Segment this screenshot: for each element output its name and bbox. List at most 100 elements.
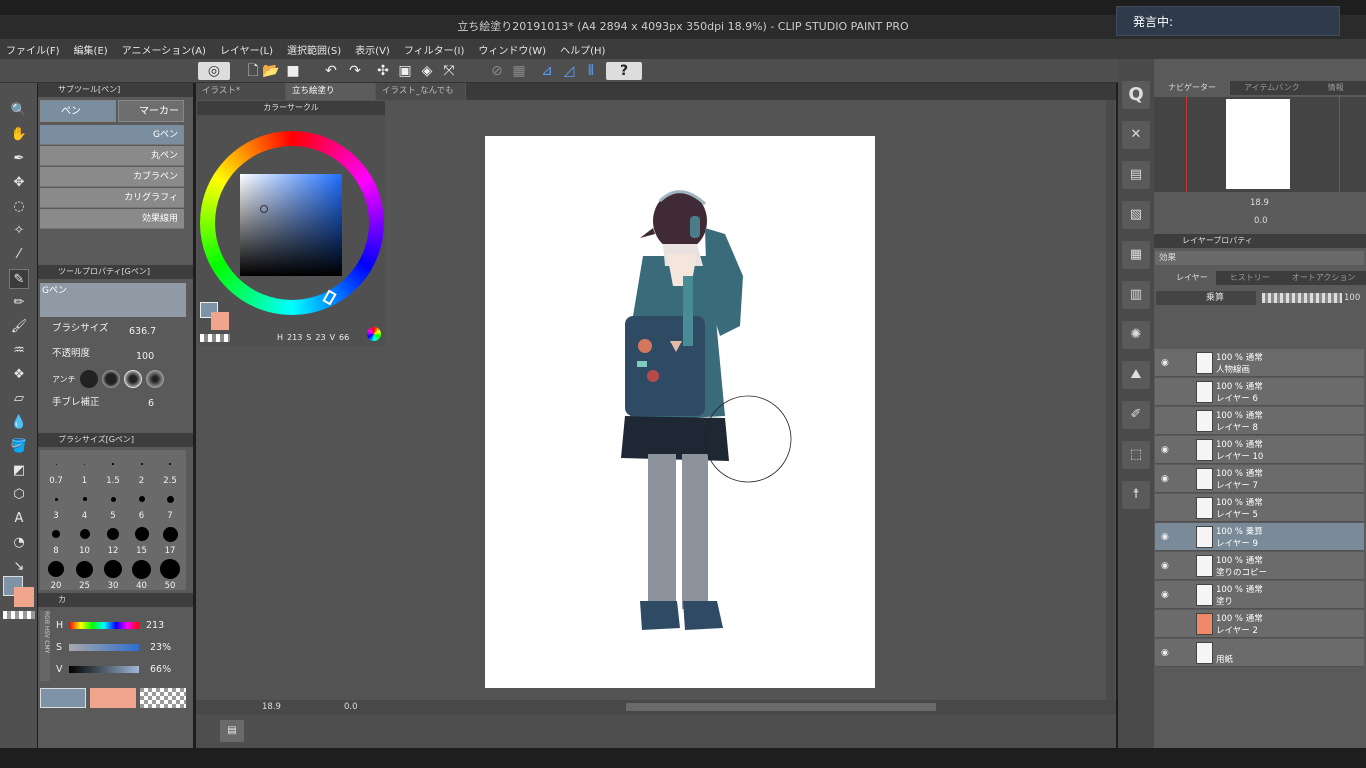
lasso-select-icon[interactable]: ◌ (9, 197, 29, 217)
tab-history[interactable]: ヒストリー (1216, 271, 1278, 285)
hue-value[interactable]: 213 (146, 620, 164, 631)
layer-name[interactable]: 塗りのコピー (1216, 566, 1267, 578)
tab-pen[interactable]: ペン (40, 100, 116, 122)
hand-icon[interactable]: ✋ (9, 125, 29, 145)
auto-select-icon[interactable]: ✧ (9, 221, 29, 241)
color-mode-hsv[interactable]: HSV (43, 626, 50, 638)
brush-size-preset-dot[interactable] (48, 561, 64, 577)
pen-tool-icon[interactable]: ✎ (9, 269, 29, 289)
brush-size-preset-dot[interactable] (112, 463, 114, 465)
transform-icon[interactable]: ⤧ (440, 62, 458, 80)
transparent-color-swatch[interactable] (3, 611, 35, 619)
menu-animation[interactable]: アニメーション(A) (122, 42, 206, 57)
layer-name[interactable]: 人物線画 (1216, 363, 1250, 375)
tab-navigator[interactable]: ナビゲーター (1154, 81, 1230, 95)
tab-marker[interactable]: マーカー (118, 100, 184, 122)
effect-line-icon[interactable]: ✺ (1122, 321, 1150, 349)
deselect-icon[interactable]: ⊘ (488, 62, 506, 80)
effect-row[interactable]: 効果 (1155, 251, 1364, 265)
stabilization-value[interactable]: 6 (148, 398, 154, 409)
brush-size-preset-dot[interactable] (140, 463, 143, 465)
brush-size-preset-dot[interactable] (132, 559, 151, 579)
angle-value[interactable]: 0.0 (344, 702, 358, 712)
canvas-paper[interactable] (485, 136, 875, 688)
menu-edit[interactable]: 編集(E) (74, 42, 108, 57)
brush-size-preset-dot[interactable] (162, 526, 178, 542)
redo-icon[interactable]: ↷ (346, 62, 364, 80)
tone-icon[interactable]: ▦ (1122, 241, 1150, 269)
3d-figure-icon[interactable]: ☨ (1122, 481, 1150, 509)
brush-kabura-pen[interactable]: カブラペン (40, 167, 184, 187)
value-slider[interactable] (69, 666, 139, 673)
brush-size-preset-dot[interactable] (52, 530, 60, 538)
layer-name[interactable]: レイヤー 7 (1216, 479, 1258, 491)
color-panel-sub-swatch[interactable] (211, 312, 229, 330)
value-value[interactable]: 66% (150, 664, 171, 675)
material-icon[interactable]: ✕ (1122, 121, 1150, 149)
brush-size-preset-dot[interactable] (54, 497, 58, 501)
layer-row[interactable]: ◉ 100 % 通常 塗りのコピー (1155, 552, 1364, 580)
layer-name[interactable]: レイヤー 5 (1216, 508, 1258, 520)
antialias-weak-icon[interactable] (102, 370, 120, 388)
color-wheel-icon[interactable] (367, 327, 381, 341)
canvas-tab-active[interactable]: 立ち絵塗り20191013* (286, 83, 376, 113)
eyedropper-icon[interactable]: ✒ (9, 149, 29, 169)
layer-name[interactable]: レイヤー 8 (1216, 421, 1258, 433)
saturation-value[interactable]: 23% (150, 642, 171, 653)
transparent-color-chip[interactable] (140, 688, 186, 708)
special-ruler-snap-icon[interactable]: ◿ (560, 62, 578, 80)
color-picker-handle[interactable] (260, 205, 268, 213)
brush-size-preset-dot[interactable] (110, 496, 116, 502)
brush-size-preset-dot[interactable] (76, 560, 93, 578)
layer-visibility-icon[interactable]: ◉ (1161, 648, 1169, 658)
grid-snap-icon[interactable]: ⫴ (582, 62, 600, 80)
menu-filter[interactable]: フィルター(I) (404, 42, 465, 57)
timeline-icon[interactable]: ▤ (220, 720, 244, 742)
navigator-angle[interactable]: 0.0 (1254, 216, 1268, 226)
fill-bucket-icon[interactable]: 🪣 (9, 437, 29, 457)
new-file-icon[interactable]: 🗋 (244, 62, 262, 80)
layer-name[interactable]: 塗り (1216, 595, 1233, 607)
blend-mode-select[interactable]: 乗算 (1156, 291, 1256, 305)
saturation-value-square[interactable] (240, 174, 342, 276)
brush-size-preset-dot[interactable] (168, 462, 172, 466)
brush-calligraphy[interactable]: カリグラフィ (40, 188, 184, 208)
layer-name[interactable]: レイヤー 9 (1216, 537, 1258, 549)
canvas-hscroll[interactable] (626, 703, 936, 711)
sub-color-swatch[interactable] (14, 587, 34, 607)
opacity-value[interactable]: 100 (136, 351, 154, 362)
pen-material-icon[interactable]: ✐ (1122, 401, 1150, 429)
eyedropper-tool-icon[interactable]: ⁄ (9, 245, 29, 265)
brush-size-preset-dot[interactable] (107, 528, 119, 540)
menu-help[interactable]: ヘルプ(H) (560, 42, 605, 57)
brush-size-preset-dot[interactable] (55, 463, 57, 465)
layer-opacity-slider[interactable] (1262, 293, 1342, 303)
help-icon[interactable]: ? (606, 62, 642, 80)
pencil-icon[interactable]: ✏ (9, 293, 29, 313)
layer-row[interactable]: 100 % 通常 レイヤー 8 (1155, 407, 1364, 435)
manga-frame-icon[interactable]: ▥ (1122, 281, 1150, 309)
clip-studio-icon[interactable]: ◎ (198, 62, 230, 80)
brush-round-pen[interactable]: 丸ペン (40, 146, 184, 166)
tab-layer[interactable]: レイヤー (1154, 271, 1216, 285)
select-all-icon[interactable]: ▦ (510, 62, 528, 80)
menu-view[interactable]: 表示(V) (355, 42, 390, 57)
layer-name[interactable]: レイヤー 10 (1216, 450, 1263, 462)
layer-visibility-icon[interactable]: ◉ (1161, 358, 1169, 368)
balloon-icon[interactable]: ◔ (9, 533, 29, 553)
color-mode-rgb[interactable]: RGB (43, 611, 50, 624)
clear-icon[interactable]: ✣ (374, 62, 392, 80)
zoom-value[interactable]: 18.9 (262, 702, 281, 712)
brush-size-preset-dot[interactable] (166, 495, 174, 503)
antialias-options[interactable] (80, 370, 170, 388)
layer-row[interactable]: ◉ 100 % 乗算 レイヤー 9 (1155, 523, 1364, 551)
layer-visibility-icon[interactable]: ◉ (1161, 532, 1169, 542)
tab-item-bank[interactable]: アイテムバンク (1230, 81, 1314, 95)
sub-color-chip[interactable] (90, 688, 136, 708)
brush-size-value[interactable]: 636.7 (129, 326, 156, 337)
layer-name[interactable]: レイヤー 2 (1216, 624, 1258, 636)
zoom-icon[interactable]: 🔍 (9, 101, 29, 121)
quick-access-icon[interactable]: Q (1122, 81, 1150, 109)
canvas-tab-nandemo[interactable]: イラスト_なんでも (376, 83, 466, 100)
material-image-icon[interactable]: ▧ (1122, 201, 1150, 229)
